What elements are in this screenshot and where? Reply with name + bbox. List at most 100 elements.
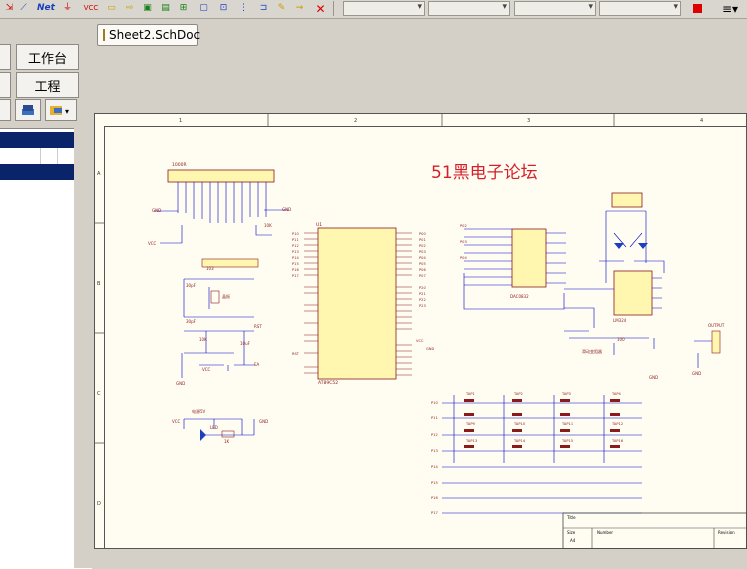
- keypad-matrix[interactable]: TAP1 TAP2 TAP3 TAP4 TAP9 TAP10 TAP11 TAP…: [431, 392, 642, 515]
- svg-text:Title: Title: [566, 515, 576, 520]
- toolbar-dropdown-2[interactable]: [428, 1, 510, 16]
- ruler-y-d: D: [97, 501, 101, 507]
- svg-text:TAP2: TAP2: [513, 392, 523, 396]
- svg-text:P11: P11: [431, 416, 438, 420]
- bus-icon[interactable]: ⋮: [236, 1, 251, 16]
- dac-u2[interactable]: DAC0832 P02 P03 P04: [460, 224, 614, 310]
- svg-text:VCC: VCC: [172, 419, 181, 424]
- directive-icon[interactable]: ⊡: [216, 1, 231, 16]
- svg-text:LED: LED: [210, 425, 218, 430]
- svg-text:30pF: 30pF: [186, 283, 197, 288]
- svg-text:1000R: 1000R: [172, 162, 187, 168]
- schdoc-icon: [103, 29, 105, 41]
- clock-reset-circuit[interactable]: [181, 278, 254, 378]
- no-erc-icon[interactable]: ✕: [313, 1, 328, 16]
- left-stub-2[interactable]: [0, 72, 11, 98]
- svg-text:晶振: 晶振: [222, 293, 230, 299]
- svg-text:滑动变阻器: 滑动变阻器: [582, 348, 602, 354]
- svg-text:TAP3: TAP3: [561, 392, 571, 396]
- svg-text:P22: P22: [419, 298, 426, 302]
- svg-text:VCC: VCC: [202, 367, 211, 372]
- svg-text:P06: P06: [419, 268, 426, 272]
- svg-text:TAP15: TAP15: [561, 439, 573, 443]
- project-button[interactable]: 工程: [16, 72, 79, 98]
- part-icon[interactable]: ▭: [104, 1, 119, 16]
- svg-text:P12: P12: [292, 244, 299, 248]
- svg-text:P16: P16: [431, 496, 438, 500]
- svg-text:P07: P07: [419, 274, 426, 278]
- ground-icon[interactable]: ⏚: [60, 1, 75, 16]
- net-label-button[interactable]: Net: [35, 1, 57, 16]
- svg-text:GND: GND: [282, 207, 291, 212]
- svg-text:P16: P16: [292, 268, 299, 272]
- note-icon[interactable]: ✎: [274, 1, 289, 16]
- svg-text:P20: P20: [419, 286, 426, 290]
- harness-icon[interactable]: ▢: [196, 1, 211, 16]
- toolbar-dropdown-1[interactable]: [343, 1, 425, 16]
- layers-icon[interactable]: [15, 99, 41, 121]
- svg-text:P03: P03: [460, 240, 467, 244]
- power-led-circuit[interactable]: 电源5V LED 1K VCC GND: [172, 408, 268, 444]
- panel-splitter[interactable]: [74, 128, 92, 568]
- left-stub-3[interactable]: [0, 99, 11, 121]
- tree-row-selected-3[interactable]: [0, 164, 74, 180]
- svg-text:TAP12: TAP12: [611, 422, 623, 426]
- svg-text:TAP11: TAP11: [561, 422, 573, 426]
- ruler-y-b: B: [97, 281, 101, 287]
- component-icon[interactable]: ⊞: [176, 1, 191, 16]
- svg-text:P00: P00: [419, 232, 426, 236]
- folder-dropdown-icon[interactable]: ▾: [45, 99, 77, 121]
- svg-text:Size: Size: [567, 530, 576, 535]
- ruler-x-3: 3: [527, 118, 530, 124]
- vcc-button[interactable]: VCC: [80, 1, 102, 16]
- svg-text:TAP13: TAP13: [465, 439, 477, 443]
- svg-text:GND: GND: [649, 375, 658, 380]
- svg-text:TAP1: TAP1: [465, 392, 475, 396]
- offsheet-icon[interactable]: ⇝: [292, 1, 307, 16]
- svg-text:VCC: VCC: [148, 241, 157, 246]
- svg-text:P21: P21: [419, 292, 426, 296]
- marker-icon[interactable]: [690, 1, 705, 16]
- workbench-button[interactable]: 工作台: [16, 44, 79, 70]
- toolbar-dropdown-4[interactable]: [599, 1, 681, 16]
- svg-text:P10: P10: [292, 232, 299, 236]
- svg-text:TAP16: TAP16: [611, 439, 624, 443]
- svg-text:P12: P12: [431, 433, 438, 437]
- svg-text:P10: P10: [431, 401, 438, 405]
- bus-entry-icon[interactable]: ⊐: [256, 1, 271, 16]
- title-block: Title Size A4 Number Revision: [562, 512, 747, 549]
- svg-text:U1: U1: [316, 222, 322, 228]
- left-stub-1[interactable]: [0, 44, 11, 70]
- port-icon[interactable]: ⇨: [122, 1, 137, 16]
- svg-text:10K: 10K: [199, 337, 207, 342]
- svg-text:A4: A4: [570, 538, 576, 543]
- mcu-u1[interactable]: U1 AT89C52 P10 P11 P12 P13 P14 P15 P16 P…: [292, 222, 434, 386]
- menu-lines-icon[interactable]: ≡▾: [718, 1, 742, 16]
- resistor-pack[interactable]: 1000R 103 GND VCC GND 10K: [148, 162, 291, 271]
- tree-row-selected-1[interactable]: [0, 132, 74, 148]
- svg-text:OUTPUT: OUTPUT: [708, 323, 725, 328]
- svg-text:P05: P05: [419, 262, 426, 266]
- arrow-icon[interactable]: ⇲: [2, 1, 17, 16]
- ruler-y-c: C: [97, 391, 101, 397]
- tree-row-2[interactable]: [0, 148, 74, 165]
- svg-text:P15: P15: [292, 262, 299, 266]
- sheet-entry-icon[interactable]: ▤: [158, 1, 173, 16]
- svg-text:30pF: 30pF: [186, 319, 197, 324]
- toolbar-dropdown-3[interactable]: [514, 1, 596, 16]
- svg-text:EA: EA: [254, 362, 260, 367]
- tab-sheet2[interactable]: Sheet2.SchDoc: [97, 24, 201, 46]
- opamp-u3[interactable]: LM324 100 滑动变阻器 GND OUTPUT GND: [564, 192, 725, 380]
- tab-label: Sheet2.SchDoc: [109, 28, 201, 42]
- svg-text:GND: GND: [259, 419, 268, 424]
- svg-text:DAC0832: DAC0832: [510, 294, 529, 299]
- wire-icon[interactable]: ⟋: [16, 1, 31, 16]
- svg-text:VCC: VCC: [416, 339, 424, 343]
- ruler-y-a: A: [97, 171, 101, 177]
- svg-text:TAP9: TAP9: [465, 422, 476, 426]
- svg-text:Number: Number: [597, 530, 613, 535]
- svg-text:P14: P14: [292, 256, 299, 260]
- schematic-drawing[interactable]: 1 2 3 4 A B C D 1000R 103 GND VCC GND 10…: [94, 113, 747, 549]
- sheet-symbol-icon[interactable]: ▣: [140, 1, 155, 16]
- svg-text:GND: GND: [176, 381, 185, 386]
